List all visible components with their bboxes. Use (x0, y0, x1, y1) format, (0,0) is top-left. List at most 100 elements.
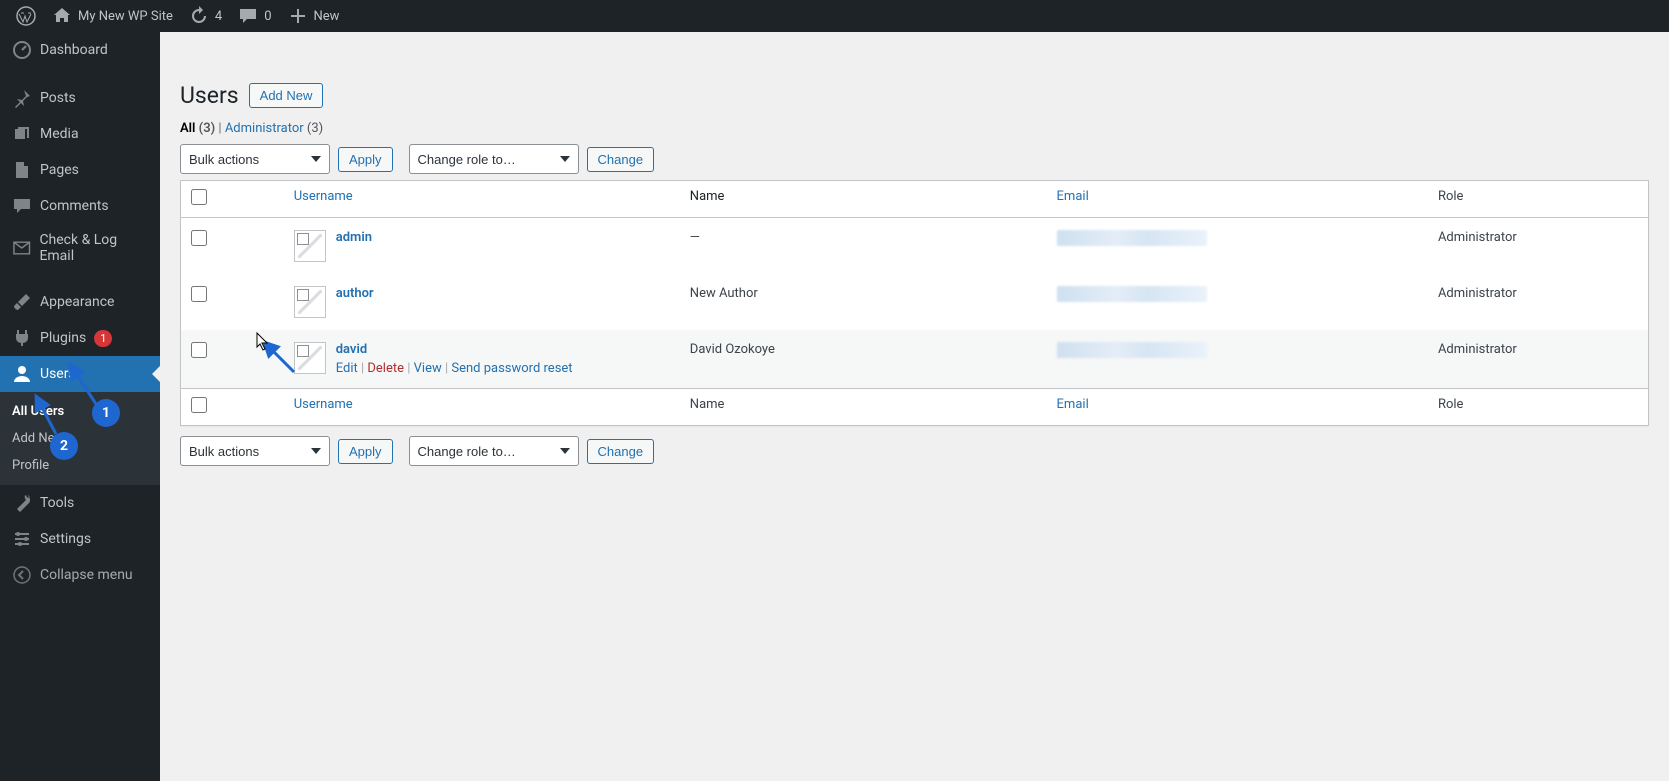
comments-count: 0 (264, 9, 271, 24)
updates-link[interactable]: 4 (181, 0, 230, 32)
site-name-label: My New WP Site (78, 9, 173, 24)
wordpress-icon (16, 6, 36, 26)
username-link[interactable]: admin (336, 230, 372, 245)
footer-username[interactable]: Username (294, 397, 353, 412)
avatar (294, 286, 326, 318)
site-name-link[interactable]: My New WP Site (44, 0, 181, 32)
header-email[interactable]: Email (1057, 189, 1089, 204)
edit-link[interactable]: Edit (336, 361, 358, 376)
avatar (294, 342, 326, 374)
change-button-bottom[interactable]: Change (587, 439, 655, 464)
menu-settings[interactable]: Settings (0, 521, 160, 557)
menu-label: Plugins (40, 330, 86, 346)
menu-label: Posts (40, 90, 76, 106)
tablenav-top: Bulk actions Apply Change role to… Chang… (180, 144, 1649, 174)
menu-comments[interactable]: Comments (0, 188, 160, 224)
menu-appearance[interactable]: Appearance (0, 284, 160, 320)
footer-name: Name (680, 388, 1047, 425)
row-checkbox[interactable] (191, 230, 207, 246)
page-icon (12, 160, 32, 180)
new-link[interactable]: New (280, 0, 348, 32)
plugin-icon (12, 328, 32, 348)
wp-logo[interactable] (8, 0, 44, 32)
filter-all[interactable]: All (3) (180, 121, 215, 136)
username-link[interactable]: david (336, 342, 367, 357)
view-link[interactable]: View (414, 361, 442, 376)
menu-plugins[interactable]: Plugins 1 (0, 320, 160, 356)
annotation-arrow-2 (30, 390, 60, 438)
apply-button[interactable]: Apply (338, 147, 393, 172)
footer-role: Role (1428, 388, 1648, 425)
table-row: author New Author Administrator (181, 274, 1648, 330)
menu-check-log-email[interactable]: Check & Log Email (0, 224, 160, 272)
wrench-icon (12, 493, 32, 513)
select-all-top[interactable] (191, 189, 207, 205)
name-cell: — (680, 218, 1047, 274)
header-username[interactable]: Username (294, 189, 353, 204)
role-cell: Administrator (1428, 330, 1648, 388)
submenu-add-new[interactable]: Add New (0, 425, 160, 452)
menu-label: Appearance (40, 294, 114, 310)
bulk-actions-select[interactable]: Bulk actions (180, 144, 330, 174)
bulk-actions-select-bottom[interactable]: Bulk actions (180, 436, 330, 466)
menu-tools[interactable]: Tools (0, 485, 160, 521)
footer-email[interactable]: Email (1057, 397, 1089, 412)
menu-media[interactable]: Media (0, 116, 160, 152)
main-content: Users Add New All (3) | Administrator (3… (160, 64, 1669, 492)
select-all-bottom[interactable] (191, 397, 207, 413)
row-actions: Edit | Delete | View | Send password res… (336, 361, 573, 376)
menu-dashboard[interactable]: Dashboard (0, 32, 160, 68)
menu-label: Check & Log Email (39, 232, 152, 264)
admin-toolbar: My New WP Site 4 0 New (0, 0, 1669, 32)
comment-icon (238, 6, 258, 26)
new-label: New (314, 9, 340, 24)
delete-link[interactable]: Delete (367, 361, 404, 376)
collapse-icon (12, 565, 32, 585)
change-button[interactable]: Change (587, 147, 655, 172)
cursor-icon (256, 332, 270, 352)
apply-button-bottom[interactable]: Apply (338, 439, 393, 464)
home-icon (52, 6, 72, 26)
row-checkbox[interactable] (191, 342, 207, 358)
dashboard-icon (12, 40, 32, 60)
filter-links: All (3) | Administrator (3) (180, 121, 1649, 136)
users-table: Username Name Email Role admin — Adminis… (180, 180, 1649, 426)
menu-posts[interactable]: Posts (0, 80, 160, 116)
comments-link[interactable]: 0 (230, 0, 279, 32)
change-role-select[interactable]: Change role to… (409, 144, 579, 174)
updates-count: 4 (215, 9, 222, 24)
mail-icon (12, 238, 31, 258)
change-role-select-bottom[interactable]: Change role to… (409, 436, 579, 466)
row-checkbox[interactable] (191, 286, 207, 302)
page-title: Users (180, 82, 239, 109)
sliders-icon (12, 529, 32, 549)
menu-pages[interactable]: Pages (0, 152, 160, 188)
annotation-1: 1 (92, 399, 120, 427)
brush-icon (12, 292, 32, 312)
menu-label: Settings (40, 531, 91, 547)
menu-collapse[interactable]: Collapse menu (0, 557, 160, 593)
menu-label: Pages (40, 162, 79, 178)
table-row: david Edit | Delete | View | Send passwo… (181, 330, 1648, 388)
menu-label: Media (40, 126, 79, 142)
page-header: Users Add New (180, 74, 1649, 113)
add-new-button[interactable]: Add New (249, 83, 324, 108)
name-cell: New Author (680, 274, 1047, 330)
plus-icon (288, 6, 308, 26)
name-cell: David Ozokoye (680, 330, 1047, 388)
role-cell: Administrator (1428, 218, 1648, 274)
submenu-profile[interactable]: Profile (0, 452, 160, 479)
comment-icon (12, 196, 32, 216)
menu-label: Comments (40, 198, 109, 214)
refresh-icon (189, 6, 209, 26)
avatar (294, 230, 326, 262)
pin-icon (12, 88, 32, 108)
username-link[interactable]: author (336, 286, 374, 301)
email-cell (1047, 274, 1428, 330)
plugin-badge: 1 (94, 330, 112, 347)
email-cell (1047, 330, 1428, 388)
menu-label: Tools (40, 495, 74, 511)
send-password-reset-link[interactable]: Send password reset (451, 361, 572, 376)
tablenav-bottom: Bulk actions Apply Change role to… Chang… (180, 436, 1649, 466)
filter-administrator[interactable]: Administrator (3) (225, 121, 323, 136)
